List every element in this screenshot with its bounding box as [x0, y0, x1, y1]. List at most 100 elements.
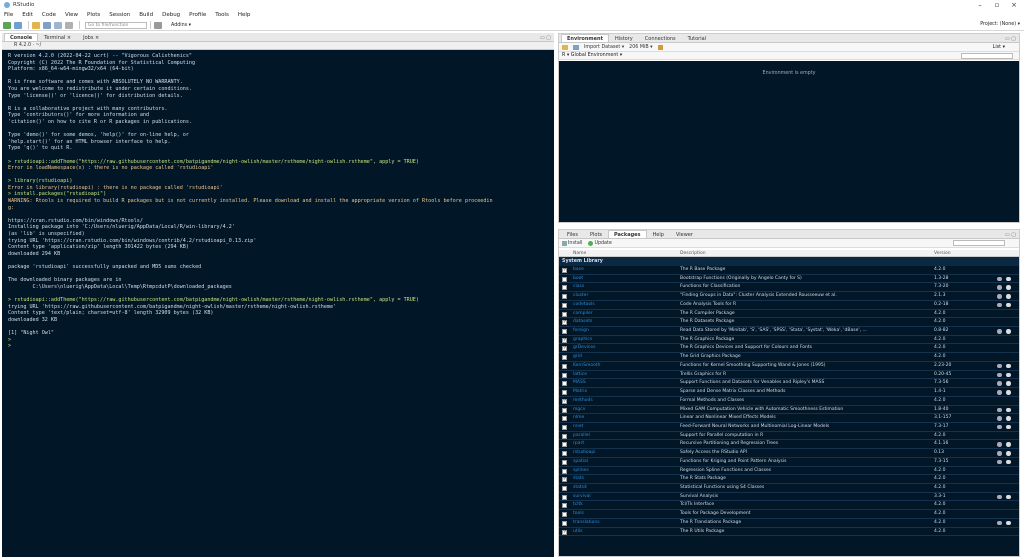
remove-package-icon[interactable]: [1006, 424, 1011, 430]
col-name[interactable]: Name: [573, 251, 586, 256]
package-website-icon[interactable]: [997, 381, 1002, 386]
tab-connections[interactable]: Connections: [639, 34, 682, 42]
package-website-icon[interactable]: [997, 407, 1002, 412]
package-load-checkbox[interactable]: [562, 276, 567, 282]
package-load-checkbox[interactable]: [562, 319, 567, 327]
package-name-link[interactable]: methods: [573, 397, 593, 405]
package-website-icon[interactable]: [997, 459, 1002, 465]
package-website-icon[interactable]: [997, 302, 1002, 308]
maximize-button[interactable]: ▫: [989, 0, 1005, 10]
remove-package-icon[interactable]: [1006, 363, 1011, 369]
package-load-checkbox[interactable]: [562, 512, 567, 518]
tab-viewer[interactable]: Viewer: [670, 230, 699, 238]
package-load-checkbox[interactable]: [562, 311, 567, 317]
maximize-pane-icon[interactable]: ▭ ▢: [540, 35, 551, 41]
package-load-checkbox[interactable]: [562, 302, 567, 308]
save-icon[interactable]: [573, 44, 579, 50]
package-website-icon[interactable]: [997, 372, 1002, 378]
package-load-checkbox[interactable]: [562, 285, 567, 291]
package-load-checkbox[interactable]: [562, 529, 567, 537]
package-name-link[interactable]: cluster: [573, 292, 588, 300]
package-load-checkbox[interactable]: [562, 363, 567, 369]
package-website-icon[interactable]: [997, 329, 1002, 334]
package-name-link[interactable]: stats4: [573, 484, 587, 492]
package-name-link[interactable]: tcltk: [573, 501, 583, 509]
print-icon[interactable]: [65, 21, 73, 29]
package-name-link[interactable]: rstudioapi: [573, 449, 596, 457]
tab-jobs[interactable]: Jobs ×: [77, 33, 105, 41]
package-website-icon[interactable]: [997, 424, 1002, 430]
package-website-icon[interactable]: [997, 363, 1002, 369]
global-environment-dropdown[interactable]: R ▾ Global Environment ▾: [562, 53, 622, 58]
package-load-checkbox[interactable]: [562, 337, 567, 345]
package-load-checkbox[interactable]: [562, 433, 567, 439]
remove-package-icon[interactable]: [1006, 451, 1011, 456]
package-name-link[interactable]: foreign: [573, 327, 589, 335]
package-name-link[interactable]: datasets: [573, 318, 592, 326]
import-dataset-button[interactable]: Import Dataset ▾: [584, 45, 624, 50]
package-website-icon[interactable]: [997, 390, 1002, 395]
package-name-link[interactable]: grDevices: [573, 344, 595, 352]
package-name-link[interactable]: splines: [573, 467, 589, 475]
package-load-checkbox[interactable]: [562, 503, 567, 509]
remove-package-icon[interactable]: [1006, 416, 1011, 421]
menu-profile[interactable]: Profile: [189, 12, 206, 18]
package-load-checkbox[interactable]: [562, 294, 567, 300]
open-folder-icon[interactable]: [32, 21, 40, 29]
package-name-link[interactable]: lattice: [573, 371, 587, 379]
package-name-link[interactable]: KernSmooth: [573, 362, 600, 370]
package-website-icon[interactable]: [997, 520, 1002, 526]
package-name-link[interactable]: grid: [573, 353, 582, 361]
package-load-checkbox[interactable]: [562, 381, 567, 387]
col-description[interactable]: Description: [680, 251, 706, 256]
tab-console[interactable]: Console: [4, 33, 39, 41]
remove-package-icon[interactable]: [1006, 294, 1011, 299]
package-load-checkbox[interactable]: [562, 485, 567, 491]
menu-code[interactable]: Code: [42, 12, 56, 18]
remove-package-icon[interactable]: [1006, 276, 1011, 282]
package-name-link[interactable]: survival: [573, 493, 591, 501]
package-name-link[interactable]: nlme: [573, 414, 584, 422]
tab-history[interactable]: History: [609, 34, 639, 42]
package-load-checkbox[interactable]: [562, 459, 567, 465]
package-load-checkbox[interactable]: [562, 398, 567, 406]
package-name-link[interactable]: base: [573, 266, 584, 274]
tab-environment[interactable]: Environment: [561, 34, 609, 42]
package-load-checkbox[interactable]: [562, 468, 567, 474]
menu-edit[interactable]: Edit: [22, 12, 33, 18]
minimize-button[interactable]: –: [972, 0, 988, 10]
remove-package-icon[interactable]: [1006, 442, 1011, 447]
update-button[interactable]: Update: [594, 241, 611, 246]
package-load-checkbox[interactable]: [562, 329, 567, 335]
package-load-checkbox[interactable]: [562, 355, 567, 361]
package-name-link[interactable]: mgcv: [573, 406, 585, 414]
package-name-link[interactable]: nnet: [573, 423, 583, 431]
package-name-link[interactable]: stats: [573, 475, 584, 483]
package-load-checkbox[interactable]: [562, 442, 567, 448]
package-name-link[interactable]: codetools: [573, 301, 595, 309]
menu-view[interactable]: View: [65, 12, 78, 18]
tab-packages[interactable]: Packages: [608, 230, 647, 238]
remove-package-icon[interactable]: [1006, 285, 1011, 290]
new-file-icon[interactable]: [3, 21, 11, 29]
menu-debug[interactable]: Debug: [162, 12, 180, 18]
package-name-link[interactable]: spatial: [573, 458, 588, 466]
menu-plots[interactable]: Plots: [87, 12, 100, 18]
package-load-checkbox[interactable]: [562, 476, 567, 484]
save-all-icon[interactable]: [54, 21, 62, 29]
col-version[interactable]: Version: [934, 251, 951, 256]
maximize-pane-icon[interactable]: ▭ ▢: [1005, 232, 1016, 238]
package-website-icon[interactable]: [997, 494, 1002, 500]
tab-plots[interactable]: Plots: [584, 230, 608, 238]
package-name-link[interactable]: translations: [573, 519, 600, 527]
minimize-pane-icon[interactable]: ▭ ▢: [1005, 36, 1016, 42]
package-website-icon[interactable]: [997, 276, 1002, 282]
remove-package-icon[interactable]: [1006, 494, 1011, 500]
save-icon[interactable]: [43, 21, 51, 29]
remove-package-icon[interactable]: [1006, 329, 1011, 334]
remove-package-icon[interactable]: [1006, 459, 1011, 465]
package-name-link[interactable]: compiler: [573, 310, 593, 318]
remove-package-icon[interactable]: [1006, 390, 1011, 395]
project-menu[interactable]: Project: (None) ▾: [980, 22, 1020, 27]
package-name-link[interactable]: graphics: [573, 336, 592, 344]
